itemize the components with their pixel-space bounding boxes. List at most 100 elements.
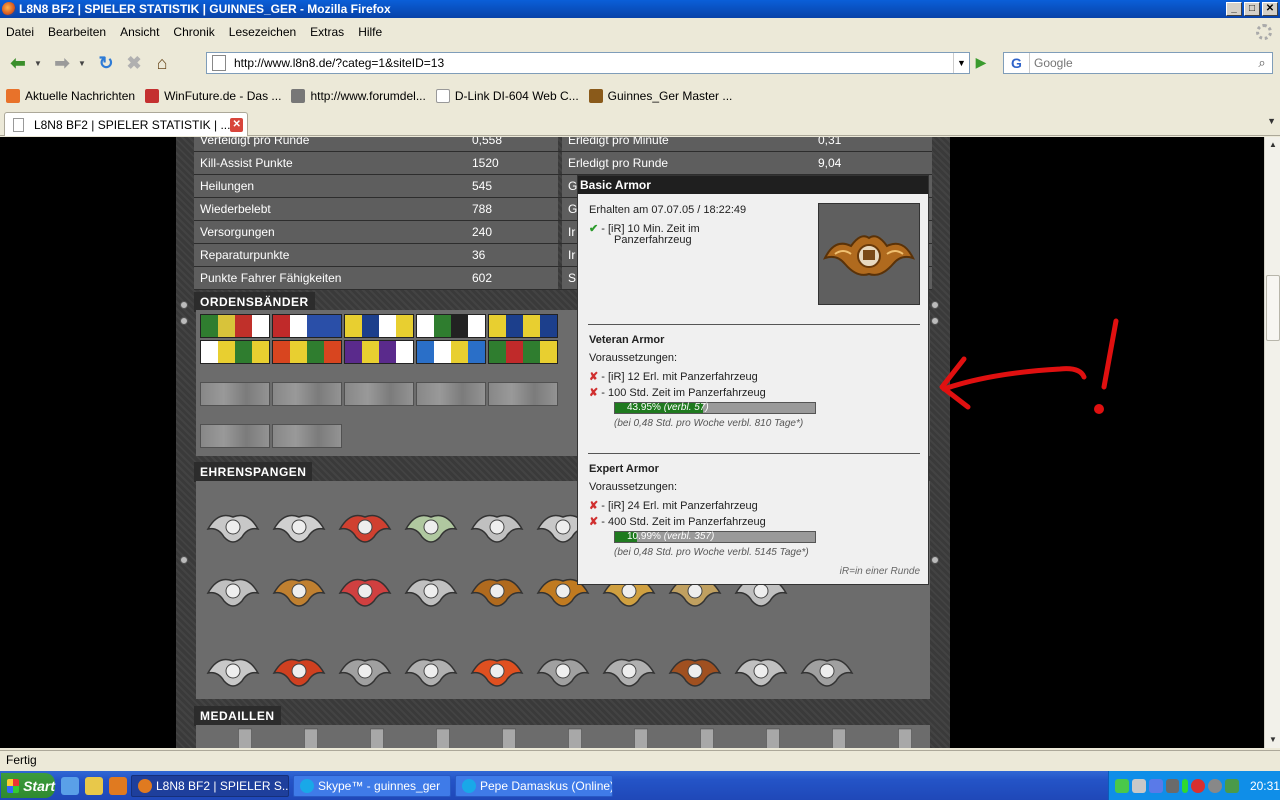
ribbon-award[interactable] (488, 314, 558, 338)
scrollbar-thumb[interactable] (1266, 275, 1280, 341)
bookmark-winfuture[interactable]: WinFuture.de - Das ... (145, 89, 281, 103)
badge-award[interactable] (402, 645, 460, 693)
tab-l8n8-statistik[interactable]: L8N8 BF2 | SPIELER STATISTIK | ... ✕ (4, 112, 248, 136)
ribbon-award-locked[interactable] (272, 424, 342, 448)
ribbon-award-locked[interactable] (200, 424, 270, 448)
taskbar-item-skype[interactable]: Skype™ - guinnes_ger (293, 774, 451, 797)
scroll-up-arrow-icon[interactable]: ▲ (1265, 137, 1280, 153)
badge-award[interactable] (336, 565, 394, 613)
ribbon-award[interactable] (200, 340, 270, 364)
skype-tray-icon[interactable] (1115, 778, 1129, 793)
url-history-dropdown-icon[interactable]: ▼ (953, 53, 969, 73)
ribbon-award[interactable] (488, 340, 558, 364)
search-bar[interactable]: G ⌕ (1003, 52, 1273, 74)
antivirus-tray-icon[interactable] (1191, 778, 1206, 793)
back-arrow-icon[interactable]: ⬅ (6, 51, 30, 75)
start-button[interactable]: Start (1, 773, 55, 798)
search-icon[interactable]: ⌕ (1252, 55, 1272, 71)
badge-award[interactable] (204, 501, 262, 549)
quicklaunch-firefox-icon[interactable] (109, 776, 127, 795)
ribbon-award-locked[interactable] (488, 382, 558, 406)
stop-icon[interactable]: ✖ (122, 51, 146, 75)
badge-award[interactable] (798, 645, 856, 693)
scroll-down-arrow-icon[interactable]: ▼ (1265, 732, 1280, 748)
volume-tray-icon[interactable] (1208, 778, 1223, 793)
menu-chronik[interactable]: Chronik (173, 25, 214, 39)
medal-award[interactable] (282, 727, 340, 748)
medal-award[interactable] (216, 727, 274, 748)
badge-award[interactable] (468, 501, 526, 549)
reload-icon[interactable]: ↻ (94, 51, 118, 75)
bookmark-aktuelle-nachrichten[interactable]: Aktuelle Nachrichten (6, 89, 135, 103)
taskbar-item-skype-chat[interactable]: Pepe Damaskus (Online) ... (455, 774, 613, 797)
back-history-dropdown-icon[interactable]: ▼ (34, 59, 44, 68)
menu-extras[interactable]: Extras (310, 25, 344, 39)
ribbon-award[interactable] (416, 314, 486, 338)
menu-datei[interactable]: Datei (6, 25, 34, 39)
menu-lesezeichen[interactable]: Lesezeichen (229, 25, 296, 39)
google-engine-icon[interactable]: G (1004, 53, 1030, 73)
ribbon-award[interactable] (272, 314, 342, 338)
monitor-tray-icon[interactable] (1148, 778, 1163, 793)
medal-award[interactable] (810, 727, 868, 748)
home-icon[interactable]: ⌂ (150, 51, 174, 75)
badge-award[interactable] (270, 565, 328, 613)
ribbon-award[interactable] (200, 314, 270, 338)
ribbon-award-locked[interactable] (416, 382, 486, 406)
ribbon-award-locked[interactable] (272, 382, 342, 406)
ribbon-award-locked[interactable] (344, 382, 414, 406)
ribbon-award-locked[interactable] (200, 382, 270, 406)
url-text[interactable]: http://www.l8n8.de/?categ=1&siteID=13 (234, 56, 953, 70)
badge-award[interactable] (204, 565, 262, 613)
ribbon-award[interactable] (344, 314, 414, 338)
badge-award[interactable] (468, 645, 526, 693)
bookmark-dlink[interactable]: D-Link DI-604 Web C... (435, 89, 579, 103)
badge-award[interactable] (204, 645, 262, 693)
badge-award[interactable] (666, 645, 724, 693)
badge-award[interactable] (270, 645, 328, 693)
tab-list-dropdown-icon[interactable]: ▼ (1267, 116, 1276, 126)
bookmark-forumdel[interactable]: http://www.forumdel... (291, 89, 426, 103)
forward-arrow-icon[interactable]: ➡ (50, 51, 74, 75)
badge-award[interactable] (534, 645, 592, 693)
close-button[interactable]: ✕ (1262, 2, 1278, 16)
badge-award[interactable] (402, 501, 460, 549)
medal-award[interactable] (348, 727, 406, 748)
menu-ansicht[interactable]: Ansicht (120, 25, 159, 39)
badge-award[interactable] (270, 501, 328, 549)
quicklaunch-app-icon[interactable] (85, 776, 103, 795)
ribbon-award[interactable] (416, 340, 486, 364)
ribbon-award[interactable] (272, 340, 342, 364)
address-bar[interactable]: http://www.l8n8.de/?categ=1&siteID=13 ▼ (206, 52, 970, 74)
medal-award[interactable] (744, 727, 802, 748)
vertical-scrollbar[interactable]: ▲ ▼ (1264, 137, 1280, 748)
forward-history-dropdown-icon[interactable]: ▼ (78, 59, 88, 68)
menu-hilfe[interactable]: Hilfe (358, 25, 382, 39)
badge-award[interactable] (600, 645, 658, 693)
search-input[interactable] (1030, 56, 1252, 70)
ribbon-award[interactable] (344, 340, 414, 364)
update-tray-icon[interactable] (1225, 778, 1239, 793)
network-tray-icon[interactable] (1131, 778, 1146, 793)
medal-award[interactable] (612, 727, 670, 748)
taskbar-item-firefox[interactable]: L8N8 BF2 | SPIELER S... (131, 774, 289, 797)
medal-award[interactable] (678, 727, 736, 748)
bookmark-guinnes-master[interactable]: Guinnes_Ger Master ... (588, 89, 732, 103)
device-tray-icon[interactable] (1165, 778, 1180, 793)
battery-tray-icon[interactable] (1182, 778, 1189, 793)
maximize-button[interactable]: □ (1244, 2, 1260, 16)
medal-award[interactable] (546, 727, 604, 748)
menu-bearbeiten[interactable]: Bearbeiten (48, 25, 106, 39)
badge-award[interactable] (336, 501, 394, 549)
medal-award[interactable] (414, 727, 472, 748)
go-arrow-icon[interactable]: ▶ (972, 54, 990, 72)
badge-award[interactable] (468, 565, 526, 613)
badge-award[interactable] (402, 565, 460, 613)
medal-award[interactable] (876, 727, 934, 748)
minimize-button[interactable]: _ (1226, 2, 1242, 16)
quicklaunch-ie-icon[interactable] (61, 776, 79, 795)
medal-award[interactable] (480, 727, 538, 748)
close-tab-icon[interactable]: ✕ (230, 117, 243, 132)
badge-award[interactable] (336, 645, 394, 693)
badge-award[interactable] (732, 645, 790, 693)
